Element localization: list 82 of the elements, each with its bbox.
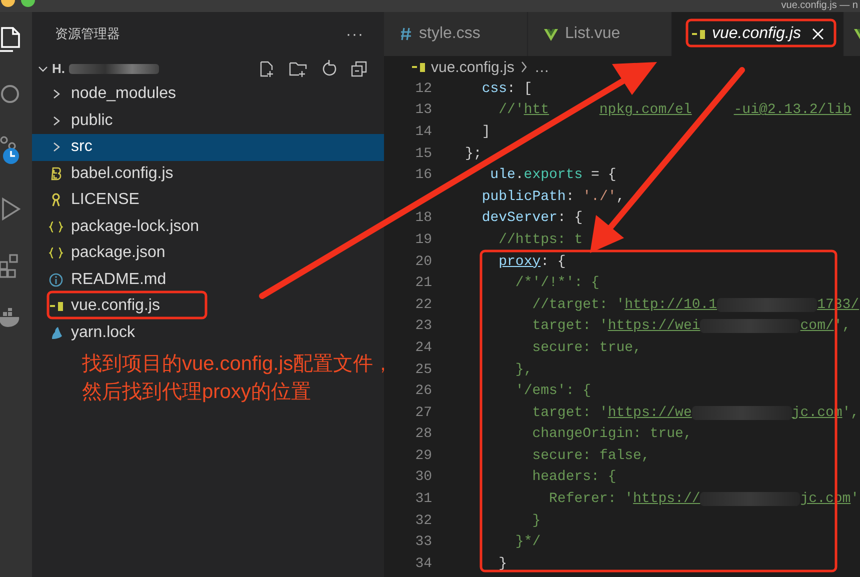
chevron-down-icon[interactable] (38, 64, 48, 74)
breadcrumb-item[interactable]: … (534, 58, 550, 76)
code-line: }; (465, 146, 482, 162)
file-item[interactable]: public (32, 108, 384, 134)
panel-title: 资源管理器 (55, 25, 120, 43)
code-line: /*'/!*': { (514, 275, 600, 292)
line-number: 20 (414, 254, 432, 270)
line-number: 28 (414, 426, 432, 442)
collapse-icon[interactable] (350, 60, 368, 78)
code-line: }*/ (514, 534, 541, 550)
line-number: 33 (414, 534, 432, 550)
line-number: 14 (414, 124, 432, 140)
run-icon[interactable] (0, 196, 22, 222)
ribbon-icon (50, 193, 62, 208)
vue-icon (544, 28, 558, 40)
line-number: 26 (414, 383, 432, 400)
new-folder-icon[interactable] (288, 60, 308, 78)
code-line: ule.exports = { (489, 167, 616, 184)
code-line: devServer: { (480, 210, 583, 226)
file-item[interactable]: src (32, 134, 384, 160)
code-line: secure: true, (531, 340, 642, 356)
chevron-right-icon[interactable] (51, 141, 61, 154)
line-number: 12 (414, 80, 432, 97)
project-header[interactable]: H. (32, 56, 384, 81)
annotation-text: 然后找到代理proxy的位置 (82, 380, 312, 405)
code-line: secure: false, (531, 448, 650, 464)
line-number: 30 (414, 469, 432, 486)
refresh-icon[interactable] (320, 60, 338, 78)
file-item[interactable]: vue.config.js (32, 293, 384, 320)
line-number: 15 (414, 146, 432, 162)
code-line: css: [ (480, 80, 532, 97)
braces-icon (49, 220, 63, 234)
close-icon[interactable] (812, 28, 824, 40)
code-line: } (531, 512, 541, 529)
file-item[interactable]: babel.config.js (32, 160, 384, 187)
code-line: headers: { (531, 469, 616, 486)
code-line: proxy: { (498, 254, 566, 270)
chevron-right-icon[interactable] (51, 88, 61, 100)
editor-tab[interactable]: List.vue (528, 12, 672, 56)
code-line: publicPath: './', (480, 188, 625, 205)
line-number: 22 (414, 296, 432, 313)
line-number: 16 (414, 167, 432, 184)
line-number: 19 (414, 232, 432, 248)
search-icon[interactable] (0, 82, 22, 106)
code-line: //https: t (498, 232, 583, 248)
files-icon[interactable] (0, 26, 22, 52)
file-item[interactable]: package-lock.json (32, 214, 384, 240)
new-file-icon[interactable] (258, 60, 276, 78)
line-number: 27 (414, 404, 432, 421)
whale-icon[interactable] (0, 308, 22, 328)
window-title: vue.config.js — n (781, 0, 859, 12)
babel-icon (50, 166, 62, 181)
line-number: 34 (414, 556, 432, 572)
breadcrumb-item[interactable]: vue.config.js (431, 58, 514, 76)
file-item[interactable]: LICENSE (32, 187, 384, 214)
file-item[interactable]: yarn.lock (32, 320, 384, 346)
line-number: 24 (414, 340, 432, 356)
line-number: 18 (414, 210, 432, 226)
line-number: 29 (414, 448, 432, 464)
code-line: changeOrigin: true, (531, 426, 692, 442)
line-number: 31 (414, 491, 432, 508)
chevron-right-icon[interactable] (51, 114, 61, 127)
chevron-right-icon (520, 61, 528, 73)
code-line: ] (480, 124, 490, 140)
info-icon (49, 272, 63, 287)
line-number: 13 (414, 102, 432, 118)
code-line: //'htt npkg.com/el -ui@2.13.2/lib (498, 102, 852, 118)
code-line: }, (514, 362, 532, 378)
annotation-text: 找到项目的vue.config.js配置文件， (82, 352, 384, 377)
file-item[interactable]: README.md (32, 266, 384, 293)
file-item[interactable]: node_modules (32, 81, 384, 108)
line-number: 25 (414, 362, 432, 378)
line-number: 23 (414, 318, 432, 334)
file-item[interactable]: package.json (32, 240, 384, 266)
more-button[interactable]: ··· (346, 26, 364, 42)
code-line: } (498, 556, 508, 572)
line-number: 32 (414, 512, 432, 529)
code-line: '/ems': { (514, 383, 592, 400)
hash-icon (400, 27, 412, 41)
editor-tab[interactable]: style.css (384, 12, 528, 56)
braces-icon (49, 246, 63, 260)
line-number: 21 (414, 275, 432, 292)
